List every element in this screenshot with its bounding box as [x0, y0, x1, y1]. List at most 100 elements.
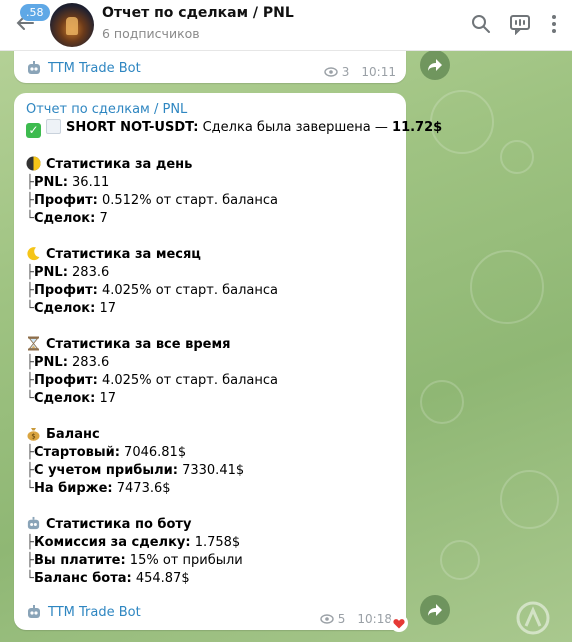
section-title: Статистика за месяц: [46, 247, 201, 262]
forward-arrow-icon: [428, 604, 442, 616]
tree-branch: └: [26, 571, 34, 586]
stat-value: 36.11: [67, 175, 110, 190]
tree-branch: └: [26, 211, 34, 226]
stat-row: ├Профит: 4.025% от старт. баланса: [26, 282, 396, 300]
stat-row: ├PNL: 283.6: [26, 264, 396, 282]
view-count: 5: [337, 612, 346, 626]
stat-value: 15% от прибыли: [125, 553, 243, 568]
stat-row: └Сделок: 17: [26, 300, 396, 318]
stats-section-heading: Статистика по боту: [26, 516, 396, 534]
stats-section-heading: Статистика за все время: [26, 336, 396, 354]
subscriber-count: 6 подписчиков: [102, 26, 200, 41]
channel-avatar[interactable]: [50, 3, 94, 47]
stat-value: 0.512% от старт. баланса: [97, 193, 278, 208]
bot-signature: TTM Trade Bot: [26, 60, 141, 76]
stat-row: ├Вы платите: 15% от прибыли: [26, 552, 396, 570]
stat-value: 1.758$: [190, 535, 241, 550]
chat-title[interactable]: Отчет по сделкам / PNL: [102, 5, 294, 21]
views-eye-icon: [320, 614, 334, 624]
robot-icon: [28, 61, 40, 74]
stat-label: Баланс бота:: [34, 571, 132, 586]
stats-section-heading: $ Баланс: [26, 426, 396, 444]
stat-row: ├Комиссия за сделку: 1.758$: [26, 534, 396, 552]
stats-section-heading: Статистика за день: [26, 156, 396, 174]
stat-value: 4.025% от старт. баланса: [97, 283, 278, 298]
stats-section-heading: Статистика за месяц: [26, 246, 396, 264]
stat-label: Профит:: [34, 193, 98, 208]
check-mark-icon: ✓: [26, 123, 41, 138]
forward-arrow-icon: [428, 59, 442, 71]
reaction-badge[interactable]: [390, 614, 408, 632]
stat-row: ├PNL: 283.6: [26, 354, 396, 372]
previous-message-bubble[interactable]: TTM Trade Bot 3 10:11: [14, 48, 406, 83]
stat-value: 17: [95, 391, 117, 406]
unread-badge: .58: [20, 4, 50, 21]
stat-row: ├С учетом прибыли: 7330.41$: [26, 462, 396, 480]
stat-row: ├Профит: 4.025% от старт. баланса: [26, 372, 396, 390]
svg-text:$: $: [31, 433, 35, 441]
more-options-icon[interactable]: [543, 13, 565, 35]
stat-label: Вы платите:: [34, 553, 126, 568]
stat-label: PNL:: [34, 355, 68, 370]
section-title: Статистика за день: [46, 157, 193, 172]
forward-button[interactable]: [420, 50, 450, 80]
view-count: 3: [341, 65, 350, 79]
stat-label: Комиссия за сделку:: [34, 535, 191, 550]
money-bag-icon: $: [27, 428, 40, 441]
section-title: Статистика по боту: [46, 517, 192, 532]
stat-value: 7473.6$: [112, 481, 171, 496]
tree-branch: ├: [26, 193, 34, 208]
tree-branch: ├: [26, 265, 34, 280]
chart-decreasing-icon: [46, 119, 61, 134]
hourglass-icon: [28, 336, 39, 351]
tree-branch: ├: [26, 463, 34, 478]
bot-name[interactable]: TTM Trade Bot: [48, 605, 141, 620]
chat-header: .58 Отчет по сделкам / PNL 6 подписчиков: [0, 0, 572, 51]
tree-branch: ├: [26, 283, 34, 298]
stat-label: Профит:: [34, 283, 98, 298]
watermark-logo: [516, 601, 550, 635]
report-message-bubble[interactable]: Отчет по сделкам / PNL ✓ SHORT NOT-USDT: …: [14, 93, 442, 632]
tree-branch: ├: [26, 553, 34, 568]
search-icon[interactable]: [470, 13, 492, 35]
discussion-icon[interactable]: [509, 13, 531, 35]
message-meta: 3 10:11: [324, 65, 396, 79]
tree-branch: ├: [26, 175, 34, 190]
stat-row: └Сделок: 7: [26, 210, 396, 228]
stat-label: С учетом прибыли:: [34, 463, 178, 478]
stat-label: Сделок:: [34, 211, 96, 226]
stat-row: ├PNL: 36.11: [26, 174, 396, 192]
stat-row: └На бирже: 7473.6$: [26, 480, 396, 498]
stat-value: 4.025% от старт. баланса: [97, 373, 278, 388]
tree-branch: ├: [26, 355, 34, 370]
robot-icon: [27, 516, 40, 530]
stat-row: ├Стартовый: 7046.81$: [26, 444, 396, 462]
stat-row: └Баланс бота: 454.87$: [26, 570, 396, 588]
views-eye-icon: [324, 67, 338, 77]
tree-branch: ├: [26, 445, 34, 460]
heart-icon: [393, 618, 405, 628]
stat-value: 283.6: [67, 355, 110, 370]
tree-branch: ├: [26, 373, 34, 388]
stat-value: 7330.41$: [177, 463, 245, 478]
stat-label: Стартовый:: [34, 445, 120, 460]
trade-headline: ✓ SHORT NOT-USDT: Сделка была завершена —…: [26, 119, 442, 138]
tree-branch: └: [26, 391, 34, 406]
message-time: 10:18: [357, 612, 392, 626]
bot-name[interactable]: TTM Trade Bot: [48, 61, 141, 76]
stat-label: Профит:: [34, 373, 98, 388]
section-title: Статистика за все время: [46, 337, 231, 352]
forward-button[interactable]: [420, 595, 450, 625]
stat-label: PNL:: [34, 265, 68, 280]
channel-name-label[interactable]: Отчет по сделкам / PNL: [26, 101, 396, 119]
stat-label: Сделок:: [34, 391, 96, 406]
stat-label: PNL:: [34, 175, 68, 190]
stat-row: ├Профит: 0.512% от старт. баланса: [26, 192, 396, 210]
crescent-moon-icon: [27, 247, 40, 261]
tree-branch: ├: [26, 535, 34, 550]
